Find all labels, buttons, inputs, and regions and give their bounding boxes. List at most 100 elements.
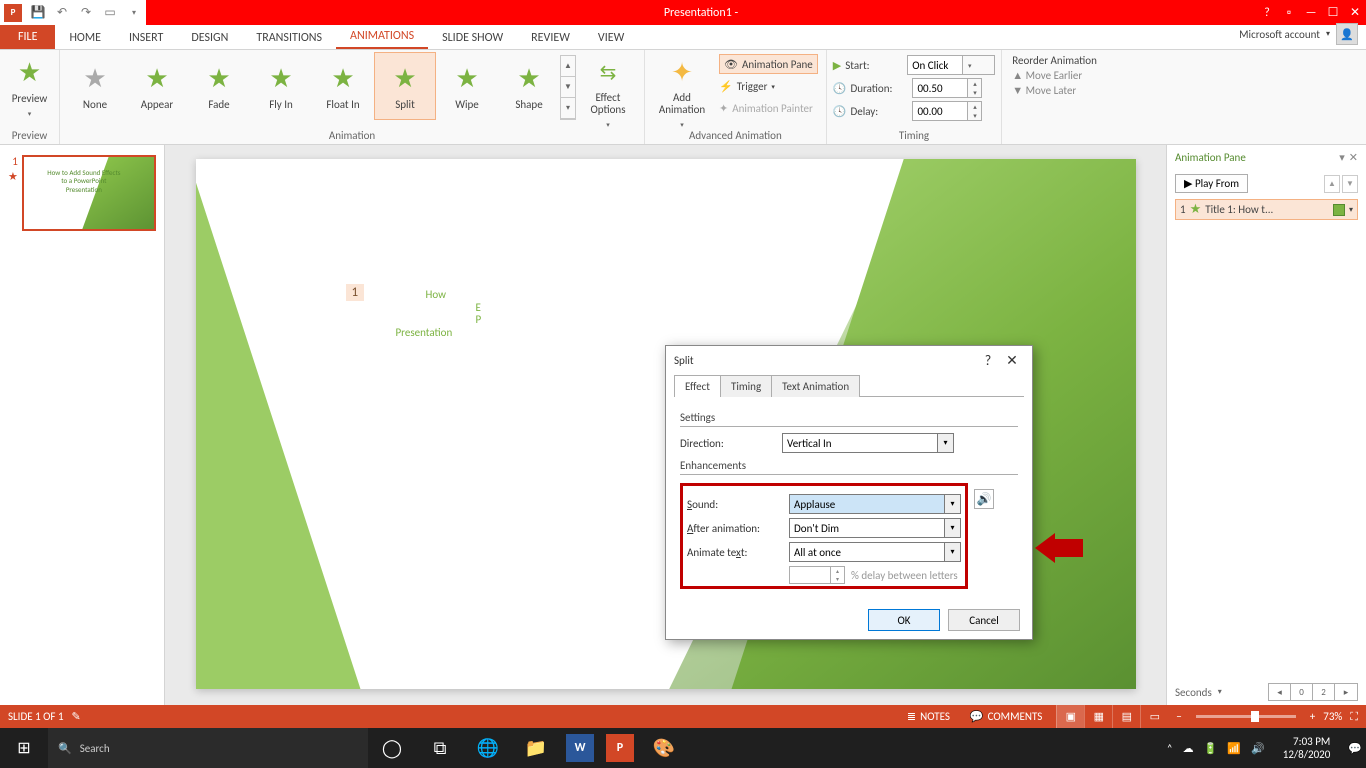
add-animation-button[interactable]: ✦ Add Animation ▾ xyxy=(649,52,715,129)
pane-close-icon[interactable]: ✕ xyxy=(1349,151,1358,164)
onedrive-icon[interactable]: ☁ xyxy=(1183,742,1194,755)
pane-dropdown-icon[interactable]: ▾ xyxy=(1339,151,1345,164)
zoom-in-icon[interactable]: + xyxy=(1310,710,1315,723)
spellcheck-icon[interactable]: ✎ xyxy=(72,710,81,723)
animate-text-select[interactable]: ▾ xyxy=(789,542,961,562)
windows-taskbar: ⊞ 🔍 Search ◯ ⧉ 🌐 📁 W P 🎨 ˄ ☁ 🔋 📶 🔊 7:03 … xyxy=(0,728,1366,768)
tab-insert[interactable]: INSERT xyxy=(115,27,177,49)
slide-title-text[interactable]: How E P Presentation xyxy=(426,289,482,340)
timeline-nav[interactable]: ◂ 0 2 ▸ xyxy=(1268,683,1358,701)
slide-thumbnail-1[interactable]: How to Add Sound Effects to a PowerPoint… xyxy=(22,155,156,231)
nav-prev-icon[interactable]: ◂ xyxy=(1269,684,1291,700)
save-icon[interactable]: 💾 xyxy=(30,5,46,21)
chrome-icon[interactable]: 🌐 xyxy=(464,728,512,768)
clock[interactable]: 7:03 PM 12/8/2020 xyxy=(1275,735,1339,761)
comments-button[interactable]: 💬 COMMENTS xyxy=(964,705,1048,728)
tab-home[interactable]: HOME xyxy=(55,27,115,49)
anim-wipe[interactable]: ★Wipe xyxy=(436,52,498,120)
dialog-close-icon[interactable]: ✕ xyxy=(1000,352,1024,369)
fit-to-window-icon[interactable]: ⛶ xyxy=(1350,710,1358,724)
tab-design[interactable]: DESIGN xyxy=(177,27,242,49)
cancel-button[interactable]: Cancel xyxy=(948,609,1020,631)
delay-letters-spinner[interactable]: ▴▾ xyxy=(789,566,845,584)
animation-order-tag[interactable]: 1 xyxy=(346,284,365,301)
direction-select[interactable]: ▾ xyxy=(782,433,954,453)
duration-spinner[interactable]: ▴▾ xyxy=(912,78,982,98)
move-up-icon[interactable]: ▲ xyxy=(1324,175,1340,193)
start-button[interactable]: ⊞ xyxy=(0,728,48,768)
dialog-titlebar[interactable]: Split ? ✕ xyxy=(666,346,1032,374)
start-from-beginning-icon[interactable]: ▭ xyxy=(102,5,118,21)
ok-button[interactable]: OK xyxy=(868,609,940,631)
anim-fade[interactable]: ★Fade xyxy=(188,52,250,120)
tab-view[interactable]: VIEW xyxy=(584,27,638,49)
taskbar-search[interactable]: 🔍 Search xyxy=(48,728,368,768)
anim-appear[interactable]: ★Appear xyxy=(126,52,188,120)
after-animation-select[interactable]: ▾ xyxy=(789,518,961,538)
normal-view-icon[interactable]: ▣ xyxy=(1056,705,1084,728)
taskview-icon[interactable]: ⧉ xyxy=(416,728,464,768)
explorer-icon[interactable]: 📁 xyxy=(512,728,560,768)
anim-index: 1 xyxy=(1180,203,1186,216)
play-from-button[interactable]: ▶ Play From xyxy=(1175,174,1248,193)
account-menu[interactable]: Microsoft account▾ 👤 xyxy=(1231,19,1366,49)
anim-floatin[interactable]: ★Float In xyxy=(312,52,374,120)
redo-icon[interactable]: ↷ xyxy=(78,5,94,21)
tab-review[interactable]: REVIEW xyxy=(517,27,584,49)
nav-next-icon[interactable]: ▸ xyxy=(1335,684,1357,700)
undo-icon[interactable]: ↶ xyxy=(54,5,70,21)
dialog-help-icon[interactable]: ? xyxy=(976,352,1000,369)
paint-icon[interactable]: 🎨 xyxy=(640,728,688,768)
chevron-down-icon[interactable]: ▾ xyxy=(944,519,960,537)
wifi-icon[interactable]: 📶 xyxy=(1227,742,1241,755)
zoom-out-icon[interactable]: − xyxy=(1176,710,1181,723)
powerpoint-icon[interactable]: P xyxy=(606,734,634,762)
slide-indicator[interactable]: SLIDE 1 OF 1 xyxy=(8,710,64,723)
anim-none[interactable]: ★None xyxy=(64,52,126,120)
start-select[interactable]: ▾ xyxy=(907,55,995,75)
chevron-down-icon[interactable]: ▾ xyxy=(1349,205,1353,215)
tab-file[interactable]: FILE xyxy=(0,25,55,49)
move-later-button[interactable]: ▼ Move Later xyxy=(1012,84,1097,97)
reading-view-icon[interactable]: ▤ xyxy=(1112,705,1140,728)
zoom-slider[interactable] xyxy=(1196,715,1296,718)
volume-icon[interactable]: 🔊 xyxy=(1251,742,1265,755)
star-icon: ★ xyxy=(455,62,478,94)
battery-icon[interactable]: 🔋 xyxy=(1204,742,1218,755)
tab-transitions[interactable]: TRANSITIONS xyxy=(242,27,336,49)
anim-split[interactable]: ★Split xyxy=(374,52,436,120)
trigger-button[interactable]: ⚡Trigger▾ xyxy=(719,76,818,96)
tab-slideshow[interactable]: SLIDE SHOW xyxy=(428,27,517,49)
preview-button[interactable]: ★ Preview ▾ xyxy=(4,52,55,118)
sorter-view-icon[interactable]: ▦ xyxy=(1084,705,1112,728)
notifications-icon[interactable]: 💬 xyxy=(1348,742,1362,755)
dlg-tab-textanim[interactable]: Text Animation xyxy=(771,375,860,397)
chevron-down-icon[interactable]: ▾ xyxy=(937,434,953,452)
slideshow-view-icon[interactable]: ▭ xyxy=(1140,705,1168,728)
account-label: Microsoft account xyxy=(1239,28,1320,41)
move-down-icon[interactable]: ▼ xyxy=(1342,175,1358,193)
anim-shape[interactable]: ★Shape xyxy=(498,52,560,120)
animation-painter-button[interactable]: ✦Animation Painter xyxy=(719,98,818,118)
animation-pane-toggle[interactable]: 👁Animation Pane xyxy=(719,54,818,74)
gallery-scroll[interactable]: ▲▼▾ xyxy=(560,55,576,120)
tray-chevron-icon[interactable]: ˄ xyxy=(1167,742,1173,755)
animation-list-item[interactable]: 1 ★ Title 1: How t... ▾ xyxy=(1175,199,1358,220)
anim-flyin[interactable]: ★Fly In xyxy=(250,52,312,120)
qat-dropdown-icon[interactable]: ▾ xyxy=(126,5,142,21)
zoom-value[interactable]: 73% xyxy=(1323,710,1342,723)
word-icon[interactable]: W xyxy=(566,734,594,762)
move-earlier-button[interactable]: ▲ Move Earlier xyxy=(1012,69,1097,82)
dlg-tab-timing[interactable]: Timing xyxy=(720,375,772,397)
sound-preview-button[interactable]: 🔊 xyxy=(974,489,994,509)
chevron-down-icon[interactable]: ▾ xyxy=(944,543,960,561)
delay-spinner[interactable]: ▴▾ xyxy=(912,101,982,121)
dlg-tab-effect[interactable]: Effect xyxy=(674,375,721,397)
effect-options-button[interactable]: ⇆ Effect Options ▾ xyxy=(576,52,640,129)
notes-button[interactable]: ≣ NOTES xyxy=(901,705,956,728)
cortana-icon[interactable]: ◯ xyxy=(368,728,416,768)
sound-select[interactable]: ▾ xyxy=(789,494,961,514)
chevron-down-icon[interactable]: ▾ xyxy=(944,495,960,513)
group-timing: Timing xyxy=(831,129,997,144)
tab-animations[interactable]: ANIMATIONS xyxy=(336,25,428,49)
